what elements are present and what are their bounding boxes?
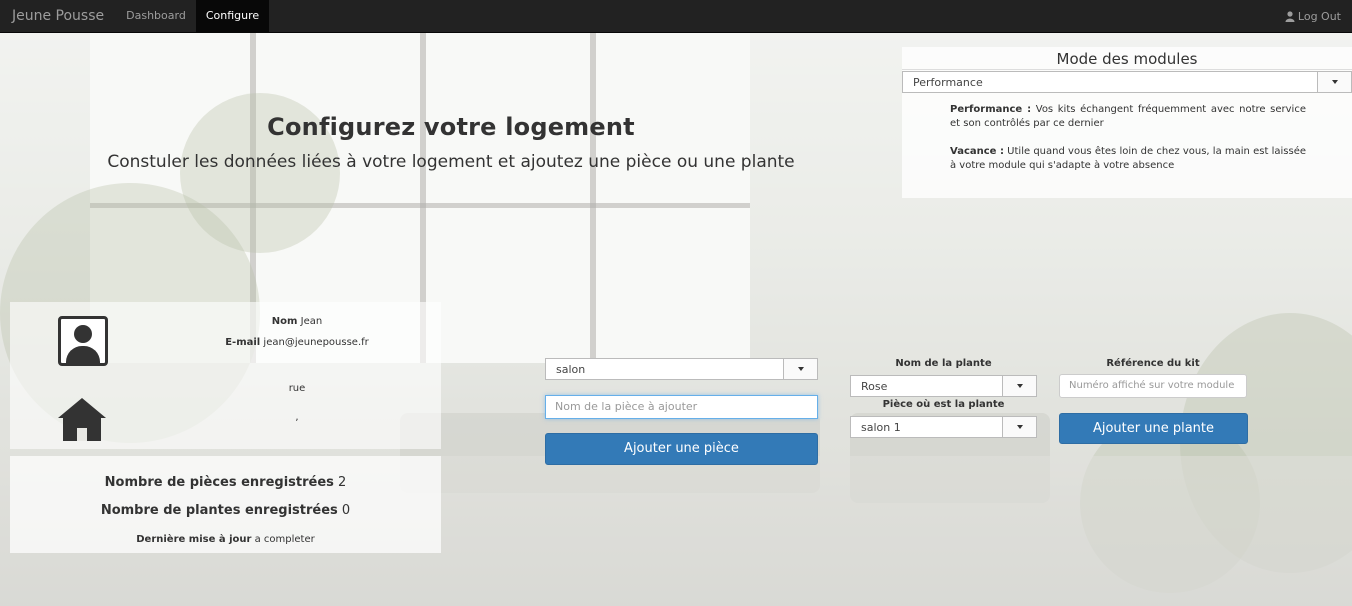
user-avatar-icon: [58, 316, 108, 366]
plants-value: 0: [341, 503, 351, 518]
plant-room-label: Pièce où est la plante: [882, 399, 1005, 410]
plant-select-toggle[interactable]: [1002, 376, 1036, 396]
last-update: Dernière mise à jour a completer: [10, 534, 441, 545]
mode-panel: Mode des modules Performance Performance…: [902, 47, 1352, 198]
kit-reference-label: Référence du kit: [1106, 358, 1200, 369]
profile-name: Nom Jean: [162, 316, 432, 327]
name-value: Jean: [300, 316, 323, 327]
room-select-value: salon: [556, 362, 586, 376]
mode-select[interactable]: Performance: [902, 71, 1352, 93]
updated-value: a completer: [254, 534, 315, 545]
kit-reference-input[interactable]: Numéro affiché sur votre module: [1059, 374, 1247, 398]
brand-link[interactable]: Jeune Pousse: [0, 0, 116, 33]
page-heading: Configurez votre logement Constuler les …: [0, 113, 902, 172]
plants-count: Nombre de plantes enregistrées 0: [10, 503, 441, 518]
stats-card: Nombre de pièces enregistrées 2 Nombre d…: [10, 456, 441, 553]
rooms-label: Nombre de pièces enregistrées: [104, 475, 334, 490]
email-value: jean@jeunepousse.fr: [263, 337, 369, 348]
page-title: Configurez votre logement: [267, 113, 635, 141]
plant-select-value: Rose: [861, 379, 888, 393]
mode-description-performance: Performance : Vos kits échangent fréquem…: [950, 103, 1306, 131]
name-label: Nom: [271, 316, 298, 327]
plants-label: Nombre de plantes enregistrées: [100, 503, 338, 518]
plant-select[interactable]: Rose: [850, 375, 1037, 397]
room-select-toggle[interactable]: [783, 359, 817, 379]
plant-room-select-toggle[interactable]: [1002, 417, 1036, 437]
profile-card: Nom Jean E-mail jean@jeunepousse.fr rue …: [10, 302, 441, 449]
caret-down-icon: [1331, 80, 1338, 84]
caret-down-icon: [1016, 425, 1023, 429]
nav-configure[interactable]: Configure: [195, 0, 270, 33]
navbar: Jeune Pousse Dashboard Configure Log Out: [0, 0, 1352, 33]
updated-label: Dernière mise à jour: [136, 534, 252, 545]
house-icon: [58, 398, 106, 442]
add-plant-button[interactable]: Ajouter une plante: [1059, 413, 1248, 444]
profile-email: E-mail jean@jeunepousse.fr: [162, 337, 432, 348]
mode-select-value: Performance: [913, 75, 983, 89]
address-street: rue: [288, 383, 306, 394]
new-room-input[interactable]: Nom de la pièce à ajouter: [545, 395, 818, 419]
caret-down-icon: [1016, 384, 1023, 388]
plant-room-select[interactable]: salon 1: [850, 416, 1037, 438]
add-room-button[interactable]: Ajouter une pièce: [545, 433, 818, 465]
mode-text: Utile quand vous êtes loin de chez vous,…: [950, 146, 1306, 171]
page-subtitle: Constuler les données liées à votre loge…: [107, 152, 795, 172]
email-label: E-mail: [225, 337, 261, 348]
mode-descriptions: Performance : Vos kits échangent fréquem…: [902, 93, 1352, 173]
rooms-value: 2: [338, 475, 347, 490]
mode-name: Performance :: [950, 104, 1032, 115]
caret-down-icon: [797, 367, 804, 371]
mode-select-toggle[interactable]: [1317, 72, 1351, 92]
room-select[interactable]: salon: [545, 358, 818, 380]
mode-description-vacance: Vacance : Utile quand vous êtes loin de …: [950, 145, 1306, 173]
user-icon: [1285, 10, 1295, 22]
mode-name: Vacance :: [950, 146, 1004, 157]
nav-dashboard[interactable]: Dashboard: [116, 0, 196, 33]
address-city: ,: [295, 412, 299, 423]
logout-label: Log Out: [1297, 9, 1341, 23]
rooms-count: Nombre de pièces enregistrées 2: [10, 475, 441, 490]
plant-name-label: Nom de la plante: [895, 358, 992, 369]
mode-panel-title: Mode des modules: [902, 47, 1352, 70]
plant-room-select-value: salon 1: [861, 420, 901, 434]
logout-link[interactable]: Log Out: [1285, 10, 1352, 23]
